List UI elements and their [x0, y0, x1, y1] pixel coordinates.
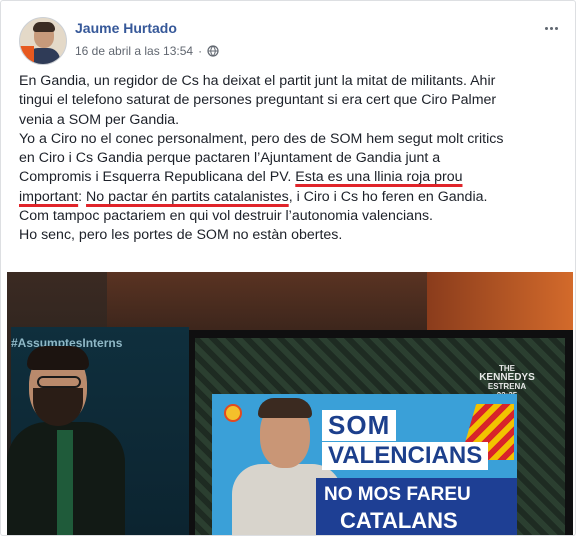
line-7-colon: : — [78, 188, 87, 205]
author-avatar[interactable] — [19, 17, 67, 65]
poster-person-hair — [258, 398, 312, 418]
globe-icon[interactable] — [207, 45, 219, 57]
author-name[interactable]: Jaume Hurtado — [75, 20, 177, 36]
presenter-hair — [27, 346, 89, 370]
post-line-2: tingui el telefono saturat de persones p… — [19, 92, 497, 109]
poster-slogan-2: CATALANS — [340, 508, 458, 533]
post-line-7: important: No pactar én partits catalani… — [19, 188, 563, 207]
underlined-phrase-2: important — [19, 188, 79, 205]
post-line-4: Yo a Ciro no el conec personalment, pero… — [19, 130, 504, 147]
post-line-1: En Gandia, un regidor de Cs ha deixat el… — [19, 73, 496, 89]
line-6-text: Compromis i Esquerra Republicana del PV. — [19, 169, 296, 186]
post-line-6: Compromis i Esquerra Republicana del PV.… — [19, 168, 563, 187]
studio-background-top — [107, 272, 427, 330]
post-line-3: venia a SOM per Gandia. — [19, 111, 180, 128]
campaign-poster: SOM VALENCIANS NO MOS FAREU CATALANS — [212, 394, 517, 535]
post-timestamp[interactable]: 16 de abril a las 13:54 — [75, 44, 193, 58]
poster-logo — [224, 404, 242, 422]
separator-dot: · — [198, 44, 203, 58]
presenter-glasses — [37, 376, 81, 388]
promo-line-2: KENNEDYS — [479, 372, 535, 383]
underlined-phrase-3: No pactar én partits catalanistes — [86, 188, 289, 205]
promo-line-3: ESTRENA — [487, 382, 527, 391]
underlined-phrase-1: Esta es una llinia roja prou — [295, 169, 463, 186]
post-header: Jaume Hurtado 16 de abril a las 13:54 · — [19, 15, 561, 65]
poster-slogan-1: NO MOS FAREU — [324, 484, 471, 505]
avatar-hair — [33, 22, 55, 32]
line-7-tail: , i Ciro i Cs ho feren en Gandia. — [288, 188, 488, 205]
more-options-icon[interactable] — [541, 21, 561, 35]
post-line-9: Ho senc, pero les portes de SOM no estàn… — [19, 227, 343, 244]
avatar-badge — [20, 46, 34, 62]
post-body: En Gandia, un regidor de Cs ha deixat el… — [19, 72, 563, 246]
presenter-tie — [57, 430, 73, 535]
post-line-5: en Ciro i Cs Gandia perque pactaren l’Aj… — [19, 150, 441, 167]
facebook-post: Jaume Hurtado 16 de abril a las 13:54 · … — [0, 0, 576, 536]
poster-subtitle: VALENCIANS — [322, 442, 489, 470]
post-line-8: Com tampoc pactariem en qui vol destruir… — [19, 208, 434, 225]
poster-title: SOM — [322, 410, 397, 441]
post-photo[interactable]: #AssumptesInterns THE KENNEDYS ESTRENA 2… — [7, 272, 573, 535]
post-meta: 16 de abril a las 13:54 · — [75, 44, 219, 58]
